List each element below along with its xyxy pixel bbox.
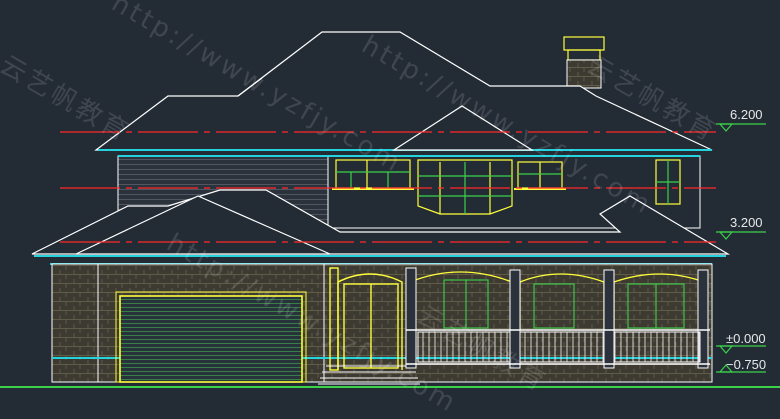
level-label-minus-0750: −0.750: [726, 357, 766, 372]
house-elevation-drawing: 6.200 3.200 ±0.000 −0.750 http://www.yzf…: [0, 0, 780, 419]
level-label-3200: 3.200: [730, 215, 763, 230]
level-label-0000: ±0.000: [726, 331, 766, 346]
cad-drawing-canvas[interactable]: 6.200 3.200 ±0.000 −0.750 http://www.yzf…: [0, 0, 780, 419]
level-marker-0000: ±0.000: [716, 331, 766, 354]
level-marker-6200: 6.200: [716, 107, 766, 132]
lower-wall-stone-left: [51, 263, 99, 383]
level-marker-3200: 3.200: [716, 215, 766, 240]
level-marker-minus-0750: −0.750: [716, 357, 766, 373]
level-label-6200: 6.200: [730, 107, 763, 122]
watermark-brand-left: 云艺帆教育: [0, 50, 135, 148]
lower-eave-fascia: [34, 255, 726, 265]
